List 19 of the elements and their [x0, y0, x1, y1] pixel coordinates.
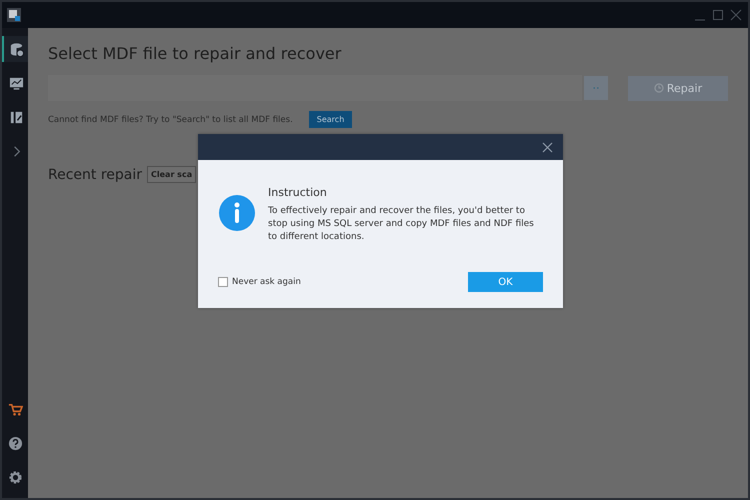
search-button[interactable]: Search — [308, 111, 352, 128]
cart-icon[interactable] — [8, 402, 22, 416]
close-icon[interactable] — [542, 142, 553, 152]
ok-button[interactable]: OK — [468, 272, 543, 292]
page-heading: Select MDF file to repair and recover — [48, 44, 342, 63]
never-ask-checkbox[interactable]: Never ask again — [218, 277, 301, 287]
edit-icon — [8, 110, 24, 124]
chart-icon — [8, 76, 24, 90]
section-heading: Recent repair — [48, 166, 142, 182]
app-logo-icon — [6, 7, 22, 23]
clear-scan-button[interactable]: Clear sca — [147, 166, 196, 183]
dialog-message: To effectively repair and recover the files, you'd better to stop using MS SQL server and copy MDF files and NDF files to different locations. — [268, 205, 535, 244]
info-icon — [218, 194, 256, 232]
settings-icon[interactable] — [8, 470, 22, 484]
sidebar-item[interactable] — [2, 36, 28, 62]
dialog-title: Instruction — [268, 186, 328, 199]
help-icon[interactable] — [8, 436, 22, 450]
hint-text: Cannot find MDF files? Try to "Search" to list all MDF files. — [48, 114, 293, 124]
repair-button[interactable]: Repair — [628, 76, 728, 100]
